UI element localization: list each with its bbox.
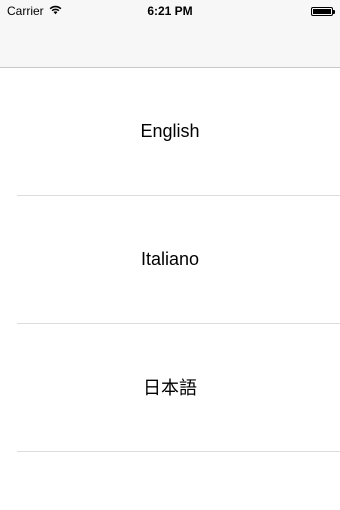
status-bar: Carrier 6:21 PM [0, 0, 340, 22]
language-row-japanese[interactable]: 日本語 [0, 324, 340, 452]
language-row-english[interactable]: English [0, 68, 340, 196]
language-row-italiano[interactable]: Italiano [0, 196, 340, 324]
language-label: Italiano [140, 248, 200, 269]
battery-cap [333, 9, 335, 14]
screen: Carrier 6:21 PM English Italiano 日本語 [0, 0, 340, 510]
language-list: English Italiano 日本語 [0, 68, 340, 452]
row-separator [17, 451, 340, 452]
battery-fill [313, 8, 331, 14]
wifi-icon [49, 4, 62, 18]
navigation-bar [0, 22, 340, 68]
carrier-label: Carrier [7, 4, 44, 18]
status-right [311, 6, 340, 16]
battery-icon [311, 6, 335, 16]
language-label: 日本語 [143, 378, 197, 398]
status-left: Carrier [0, 4, 62, 18]
language-label: English [140, 120, 200, 141]
